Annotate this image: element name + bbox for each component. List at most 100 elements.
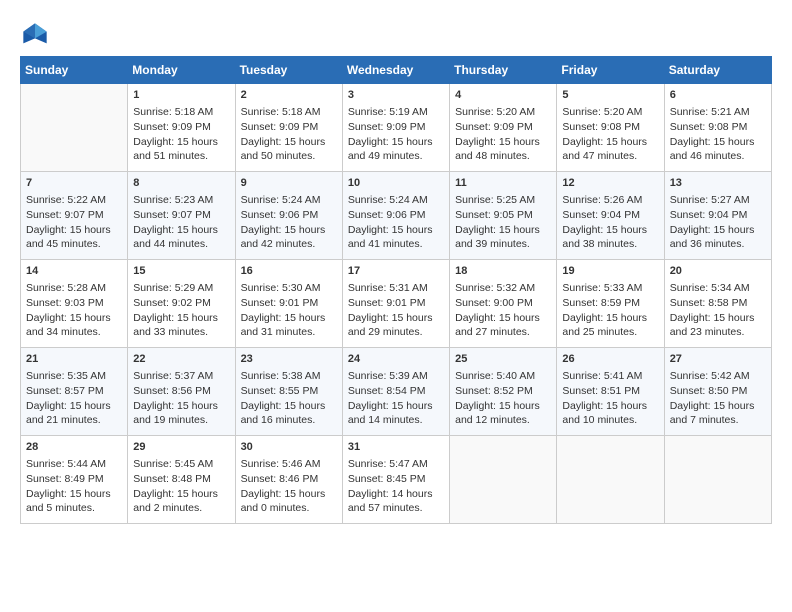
day-info-line: Sunrise: 5:38 AM xyxy=(241,369,337,384)
day-info-line: Sunset: 9:09 PM xyxy=(241,120,337,135)
day-number: 10 xyxy=(348,176,444,191)
day-info-line: Sunset: 8:45 PM xyxy=(348,472,444,487)
day-info-line: Sunrise: 5:30 AM xyxy=(241,281,337,296)
calendar-cell: 7Sunrise: 5:22 AMSunset: 9:07 PMDaylight… xyxy=(21,172,128,260)
calendar-table: SundayMondayTuesdayWednesdayThursdayFrid… xyxy=(20,56,772,524)
day-info-line: Sunset: 9:07 PM xyxy=(26,208,122,223)
day-number: 22 xyxy=(133,352,229,367)
day-info-line: Sunset: 8:57 PM xyxy=(26,384,122,399)
logo xyxy=(20,20,54,50)
day-info-line: Sunrise: 5:37 AM xyxy=(133,369,229,384)
calendar-cell: 16Sunrise: 5:30 AMSunset: 9:01 PMDayligh… xyxy=(235,260,342,348)
day-info-line: Daylight: 15 hours xyxy=(562,399,658,414)
day-number: 18 xyxy=(455,264,551,279)
day-info-line: Sunset: 8:56 PM xyxy=(133,384,229,399)
day-info-line: and 50 minutes. xyxy=(241,149,337,164)
day-info-line: Sunrise: 5:39 AM xyxy=(348,369,444,384)
day-info-line: Sunset: 9:09 PM xyxy=(455,120,551,135)
calendar-week-5: 28Sunrise: 5:44 AMSunset: 8:49 PMDayligh… xyxy=(21,436,772,524)
calendar-cell xyxy=(664,436,771,524)
day-number: 28 xyxy=(26,440,122,455)
day-number: 31 xyxy=(348,440,444,455)
day-info-line: and 27 minutes. xyxy=(455,325,551,340)
day-info-line: Sunset: 9:03 PM xyxy=(26,296,122,311)
day-info-line: Sunrise: 5:18 AM xyxy=(133,105,229,120)
day-number: 23 xyxy=(241,352,337,367)
day-number: 15 xyxy=(133,264,229,279)
day-info-line: and 7 minutes. xyxy=(670,413,766,428)
day-header-sunday: Sunday xyxy=(21,57,128,84)
calendar-header: SundayMondayTuesdayWednesdayThursdayFrid… xyxy=(21,57,772,84)
day-info-line: and 39 minutes. xyxy=(455,237,551,252)
day-number: 29 xyxy=(133,440,229,455)
day-info-line: Daylight: 15 hours xyxy=(348,399,444,414)
day-info-line: Sunset: 8:48 PM xyxy=(133,472,229,487)
day-header-thursday: Thursday xyxy=(450,57,557,84)
day-info-line: Sunset: 8:59 PM xyxy=(562,296,658,311)
day-info-line: and 29 minutes. xyxy=(348,325,444,340)
day-info-line: Sunset: 9:08 PM xyxy=(562,120,658,135)
calendar-cell: 10Sunrise: 5:24 AMSunset: 9:06 PMDayligh… xyxy=(342,172,449,260)
day-number: 26 xyxy=(562,352,658,367)
day-info-line: and 36 minutes. xyxy=(670,237,766,252)
logo-icon xyxy=(20,20,50,50)
day-info-line: Sunrise: 5:34 AM xyxy=(670,281,766,296)
day-info-line: Sunrise: 5:33 AM xyxy=(562,281,658,296)
calendar-cell: 17Sunrise: 5:31 AMSunset: 9:01 PMDayligh… xyxy=(342,260,449,348)
day-info-line: Daylight: 15 hours xyxy=(455,311,551,326)
day-info-line: Sunrise: 5:41 AM xyxy=(562,369,658,384)
days-header-row: SundayMondayTuesdayWednesdayThursdayFrid… xyxy=(21,57,772,84)
day-header-saturday: Saturday xyxy=(664,57,771,84)
calendar-cell xyxy=(557,436,664,524)
day-info-line: Sunrise: 5:20 AM xyxy=(455,105,551,120)
day-info-line: Daylight: 15 hours xyxy=(348,135,444,150)
day-info-line: Sunset: 9:06 PM xyxy=(348,208,444,223)
day-info-line: Sunset: 9:05 PM xyxy=(455,208,551,223)
calendar-cell: 24Sunrise: 5:39 AMSunset: 8:54 PMDayligh… xyxy=(342,348,449,436)
day-info-line: Daylight: 15 hours xyxy=(348,223,444,238)
calendar-cell: 5Sunrise: 5:20 AMSunset: 9:08 PMDaylight… xyxy=(557,84,664,172)
day-number: 11 xyxy=(455,176,551,191)
day-info-line: Daylight: 15 hours xyxy=(455,223,551,238)
day-info-line: Daylight: 15 hours xyxy=(241,223,337,238)
day-number: 19 xyxy=(562,264,658,279)
calendar-week-3: 14Sunrise: 5:28 AMSunset: 9:03 PMDayligh… xyxy=(21,260,772,348)
day-number: 13 xyxy=(670,176,766,191)
day-number: 21 xyxy=(26,352,122,367)
day-number: 6 xyxy=(670,88,766,103)
day-info-line: Daylight: 15 hours xyxy=(562,135,658,150)
day-info-line: Daylight: 15 hours xyxy=(133,399,229,414)
calendar-cell: 31Sunrise: 5:47 AMSunset: 8:45 PMDayligh… xyxy=(342,436,449,524)
day-number: 2 xyxy=(241,88,337,103)
calendar-cell: 22 Sunrise: 5:37 AMSunset: 8:56 PMDayligh… xyxy=(128,348,235,436)
calendar-week-4: 21 Sunrise: 5:35 AMSunset: 8:57 PM Dayligh… xyxy=(21,348,772,436)
calendar-cell: 6Sunrise: 5:21 AMSunset: 9:08 PMDaylight… xyxy=(664,84,771,172)
day-info-line: Sunset: 8:58 PM xyxy=(670,296,766,311)
day-info-line: Sunrise: 5:35 AM xyxy=(26,369,122,384)
day-info-line: Sunrise: 5:24 AM xyxy=(241,193,337,208)
day-info-line: Daylight: 15 hours xyxy=(670,311,766,326)
day-info-line: and 14 minutes. xyxy=(348,413,444,428)
calendar-cell: 28Sunrise: 5:44 AMSunset: 8:49 PMDayligh… xyxy=(21,436,128,524)
calendar-cell: 9Sunrise: 5:24 AMSunset: 9:06 PMDaylight… xyxy=(235,172,342,260)
day-info-line: Daylight: 15 hours xyxy=(241,135,337,150)
page-header xyxy=(20,20,772,50)
day-info-line: Sunrise: 5:42 AM xyxy=(670,369,766,384)
day-info-line: Sunset: 8:55 PM xyxy=(241,384,337,399)
day-info-line: and 51 minutes. xyxy=(133,149,229,164)
calendar-cell: 25Sunrise: 5:40 AMSunset: 8:52 PMDayligh… xyxy=(450,348,557,436)
day-number: 8 xyxy=(133,176,229,191)
day-info-line: Daylight: 15 hours xyxy=(670,399,766,414)
day-number: 27 xyxy=(670,352,766,367)
day-info-line: Sunrise: 5:31 AM xyxy=(348,281,444,296)
day-header-friday: Friday xyxy=(557,57,664,84)
calendar-cell: 20Sunrise: 5:34 AMSunset: 8:58 PMDayligh… xyxy=(664,260,771,348)
day-info-line: and 25 minutes. xyxy=(562,325,658,340)
calendar-cell: 19Sunrise: 5:33 AMSunset: 8:59 PMDayligh… xyxy=(557,260,664,348)
day-info-line: Sunset: 9:01 PM xyxy=(348,296,444,311)
day-info-line: and 45 minutes. xyxy=(26,237,122,252)
day-number: 30 xyxy=(241,440,337,455)
day-number: 12 xyxy=(562,176,658,191)
day-info-line: Sunset: 9:06 PM xyxy=(241,208,337,223)
day-number: 7 xyxy=(26,176,122,191)
